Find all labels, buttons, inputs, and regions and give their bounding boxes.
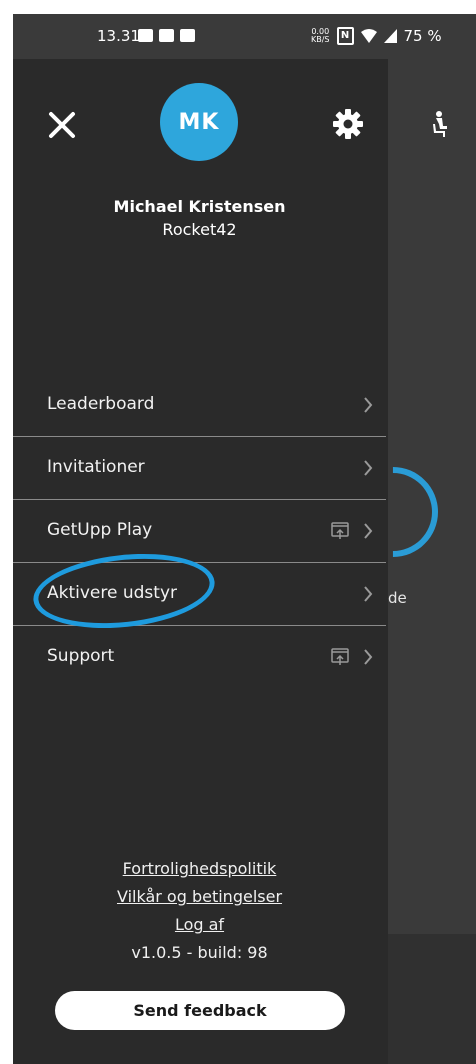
menu-item-label: Leaderboard [47,394,155,414]
logout-link[interactable]: Log af [13,915,386,934]
chevron-right-icon [364,649,373,665]
terms-link[interactable]: Vilkår og betingelser [13,887,386,906]
menu-item-aktivere-udstyr[interactable]: Aktivere udstyr [13,563,386,626]
version-label: v1.0.5 - build: 98 [131,943,268,962]
user-name: Michael Kristensen [113,197,286,216]
open-external-icon [331,648,349,665]
chevron-right-icon [364,586,373,602]
status-right-group: 0.00 KB/S N 75 % [311,27,442,45]
network-speed: 0.00 KB/S [311,27,330,44]
drawer-footer: Fortrolighedspolitik Vilkår og betingels… [13,859,386,962]
signal-icon [383,29,397,43]
privacy-policy-link[interactable]: Fortrolighedspolitik [13,859,386,878]
chevron-right-icon [364,523,373,539]
navigation-drawer: MK Michael Kristensen Rocket42 Leaderboa… [13,59,388,1064]
menu-item-leaderboard[interactable]: Leaderboard [13,374,386,437]
notification-icon [159,29,174,42]
battery-level: 75 % [403,27,442,45]
chevron-right-icon [364,460,373,476]
menu-item-label: Aktivere udstyr [47,583,177,603]
background-app: de [329,59,476,934]
gallery-icon [180,29,195,42]
phone-screen: 13.31 0.00 KB/S N 75 % de MK Michael Kri… [13,14,476,1064]
avatar[interactable]: MK [160,83,238,161]
person-seated-icon [433,111,447,137]
menu-item-getupp-play[interactable]: GetUpp Play [13,500,386,563]
menu-item-invitationer[interactable]: Invitationer [13,437,386,500]
wifi-icon [360,29,377,43]
close-icon[interactable] [48,111,76,139]
menu-item-support[interactable]: Support [13,626,386,688]
background-app-footer [388,934,476,1064]
status-bar: 13.31 0.00 KB/S N 75 % [13,14,476,59]
send-feedback-button[interactable]: Send feedback [55,991,345,1030]
user-team: Rocket42 [162,220,237,239]
chevron-right-icon [364,397,373,413]
menu-item-label: Invitationer [47,457,145,477]
notification-icon [138,29,153,42]
drawer-menu: Leaderboard Invitationer GetUpp Play Akt… [13,374,386,688]
open-external-icon [331,522,349,539]
menu-item-label: GetUpp Play [47,520,153,540]
menu-item-label: Support [47,646,115,666]
background-partial-label: de [388,589,407,607]
nfc-icon: N [336,27,354,45]
status-time: 13.31 [97,27,140,45]
notification-icons [138,27,195,42]
gear-icon[interactable] [331,107,365,141]
